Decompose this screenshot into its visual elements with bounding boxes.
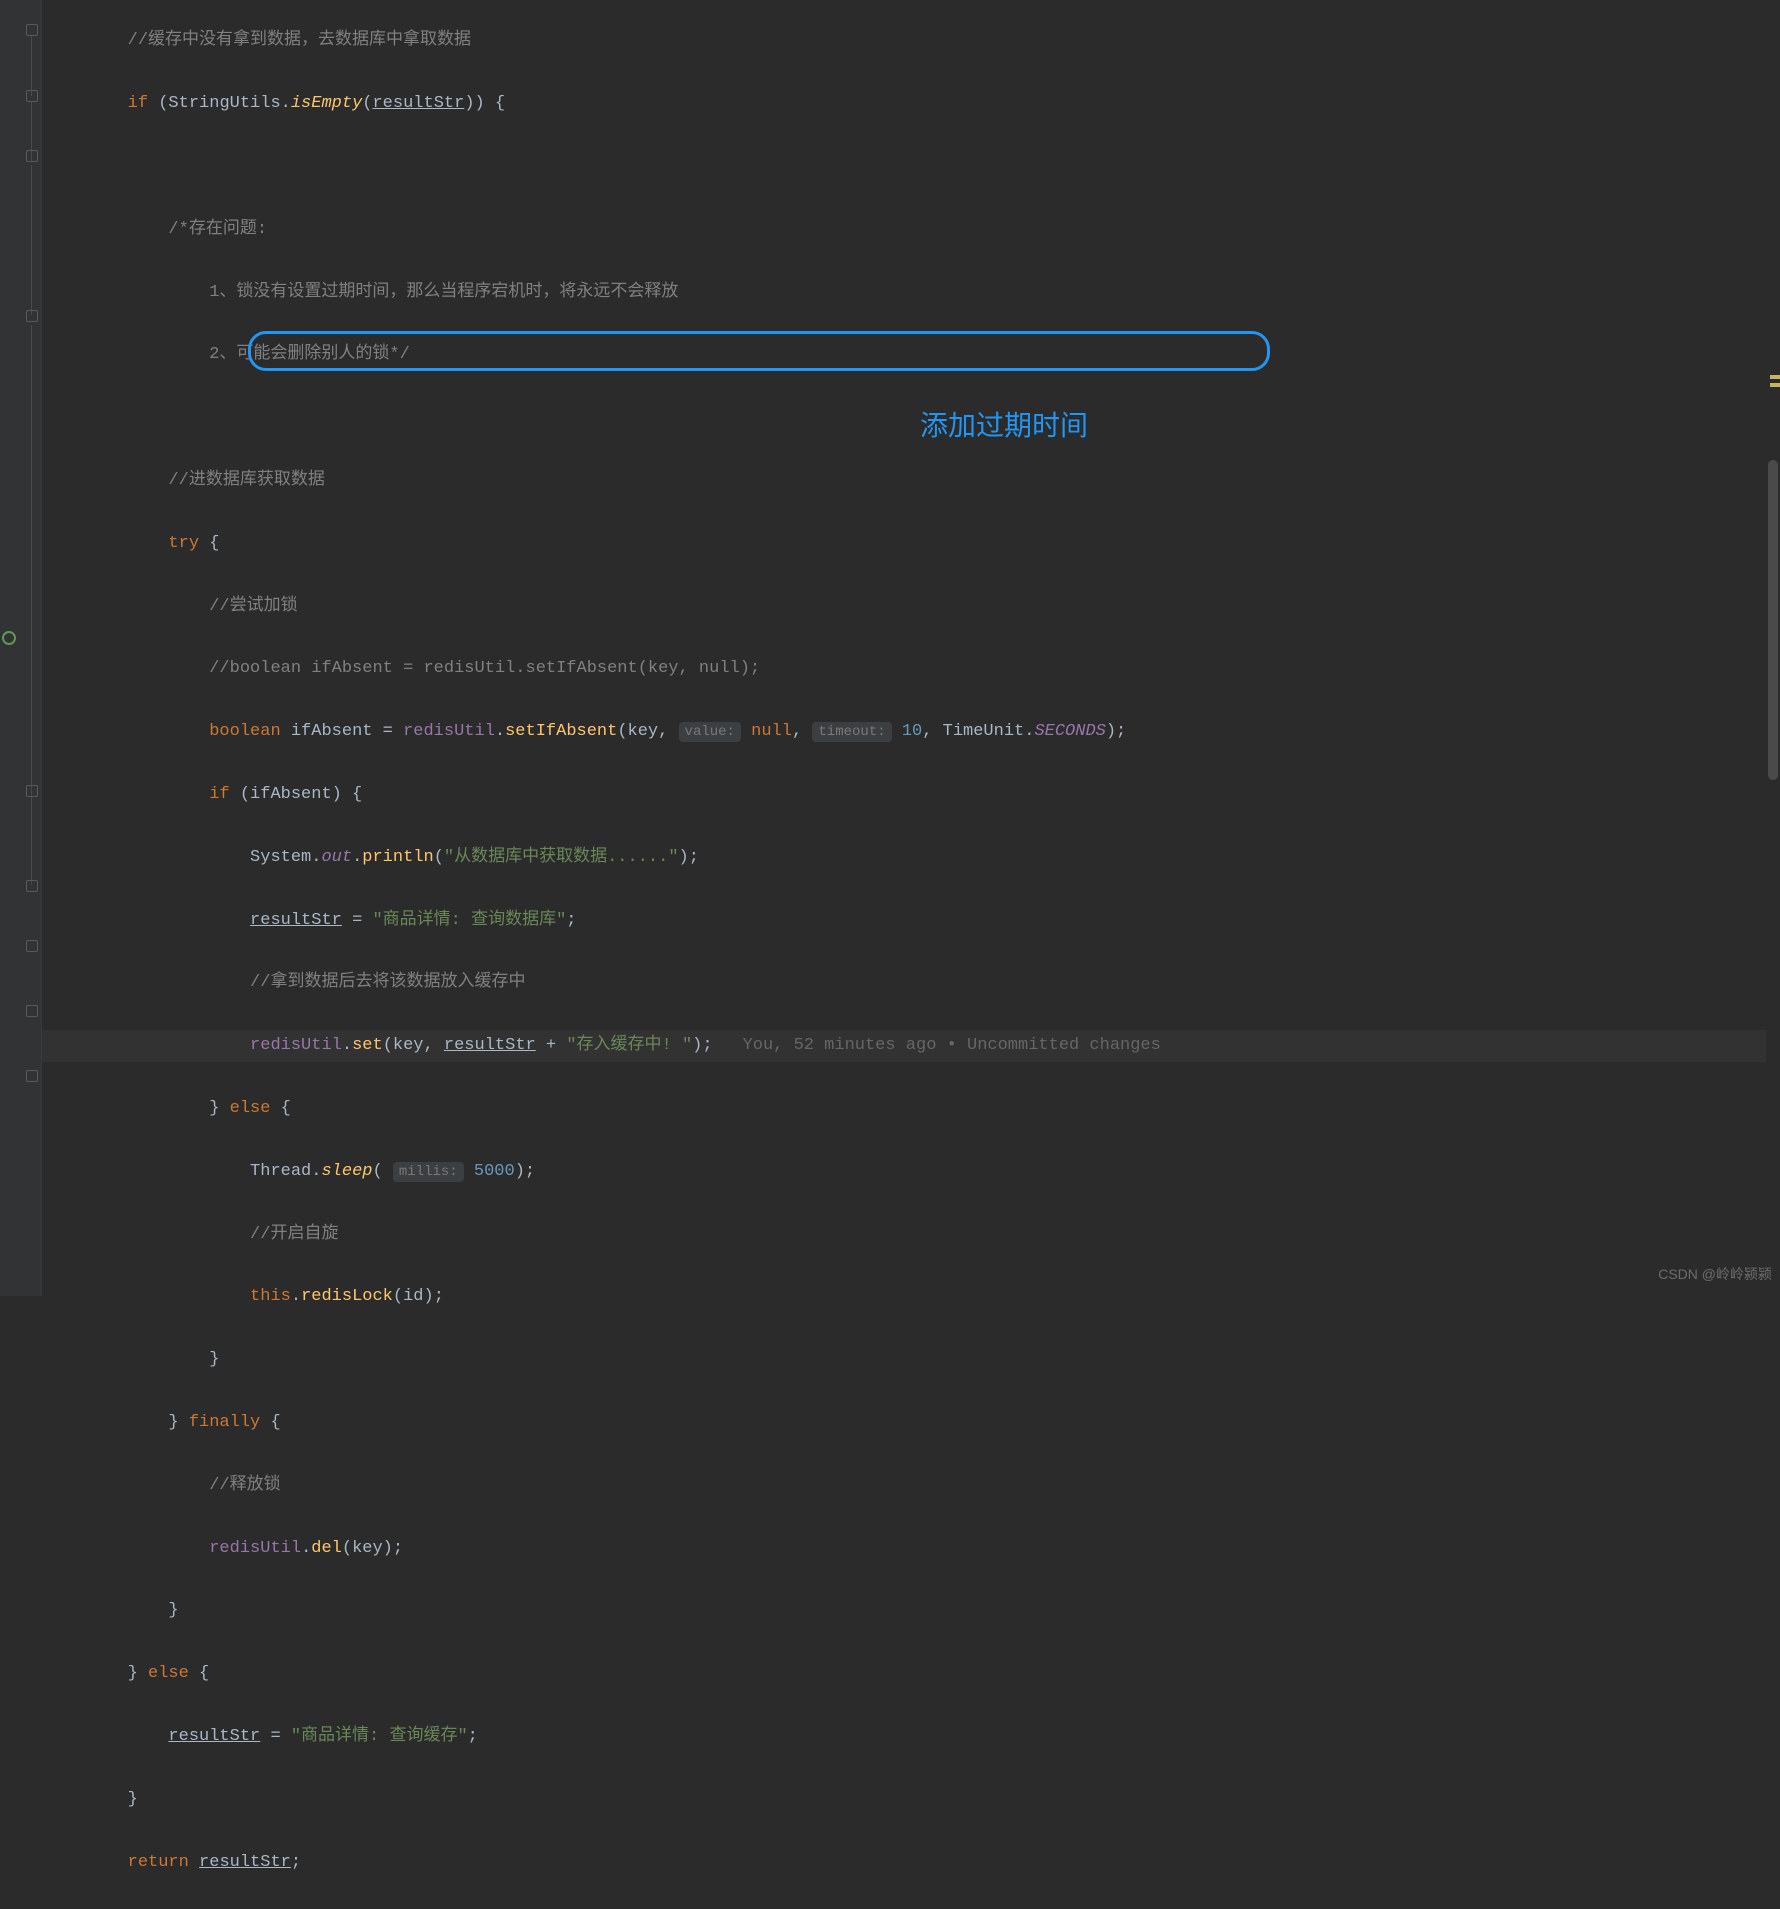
fold-marker[interactable] [26,1005,38,1017]
fold-marker[interactable] [26,150,38,162]
code-line: //拿到数据后去将该数据放入缓存中 [42,967,1780,998]
code-line: Thread.sleep( millis: 5000); [42,1156,1780,1187]
code-line: //进数据库获取数据 [42,465,1780,496]
code-line: } finally { [42,1407,1780,1438]
csdn-watermark: CSDN @岭岭颍颍 [1658,1259,1772,1290]
code-line: } [42,1595,1780,1626]
fold-marker[interactable] [26,310,38,322]
warning-stripe[interactable] [1770,375,1780,379]
code-line: System.out.println("从数据库中获取数据......"); [42,842,1780,873]
fold-marker[interactable] [26,90,38,102]
code-line: } [42,1784,1780,1815]
fold-marker[interactable] [26,1070,38,1082]
code-line: //boolean ifAbsent = redisUtil.setIfAbse… [42,653,1780,684]
git-blame-inline: You, 52 minutes ago • Uncommitted change… [743,1036,1161,1055]
code-line: resultStr = "商品详情: 查询数据库"; [42,905,1780,936]
code-line: 2、可能会删除别人的锁*/ [42,339,1780,370]
annotation-label: 添加过期时间 [920,410,1088,441]
run-gutter-icon[interactable] [2,631,16,645]
parameter-hint: value: [679,722,741,742]
scrollbar-thumb[interactable] [1768,460,1778,780]
code-line: if (StringUtils.isEmpty(resultStr)) { [42,88,1780,119]
code-editor[interactable]: //缓存中没有拿到数据，去数据库中拿取数据 if (StringUtils.is… [42,0,1780,1290]
fold-marker[interactable] [26,24,38,36]
code-line: } [42,1344,1780,1375]
code-line: } else { [42,1093,1780,1124]
fold-marker[interactable] [26,940,38,952]
code-line [42,151,1780,182]
code-line: //释放锁 [42,1470,1780,1501]
code-line [42,402,1780,433]
code-line: redisUtil.del(key); [42,1533,1780,1564]
code-line: resultStr = "商品详情: 查询缓存"; [42,1721,1780,1752]
code-line: } else { [42,1658,1780,1689]
code-line: /*存在问题: [42,214,1780,245]
code-line: if (ifAbsent) { [42,779,1780,810]
code-line: //开启自旋 [42,1219,1780,1250]
vertical-scrollbar[interactable] [1766,0,1780,1296]
code-line-current: redisUtil.set(key, resultStr + "存入缓存中! "… [42,1030,1780,1061]
code-line: boolean ifAbsent = redisUtil.setIfAbsent… [42,716,1780,747]
code-line: 1、锁没有设置过期时间，那么当程序宕机时，将永远不会释放 [42,277,1780,308]
code-line: //缓存中没有拿到数据，去数据库中拿取数据 [42,25,1780,56]
code-line: return resultStr; [42,1847,1780,1878]
editor-gutter [0,0,42,1296]
fold-marker[interactable] [26,880,38,892]
code-line: this.redisLock(id); [42,1281,1780,1312]
parameter-hint: timeout: [812,722,891,742]
code-line: //尝试加锁 [42,591,1780,622]
code-line: try { [42,528,1780,559]
fold-marker[interactable] [26,785,38,797]
warning-stripe[interactable] [1770,383,1780,387]
parameter-hint: millis: [393,1162,464,1182]
